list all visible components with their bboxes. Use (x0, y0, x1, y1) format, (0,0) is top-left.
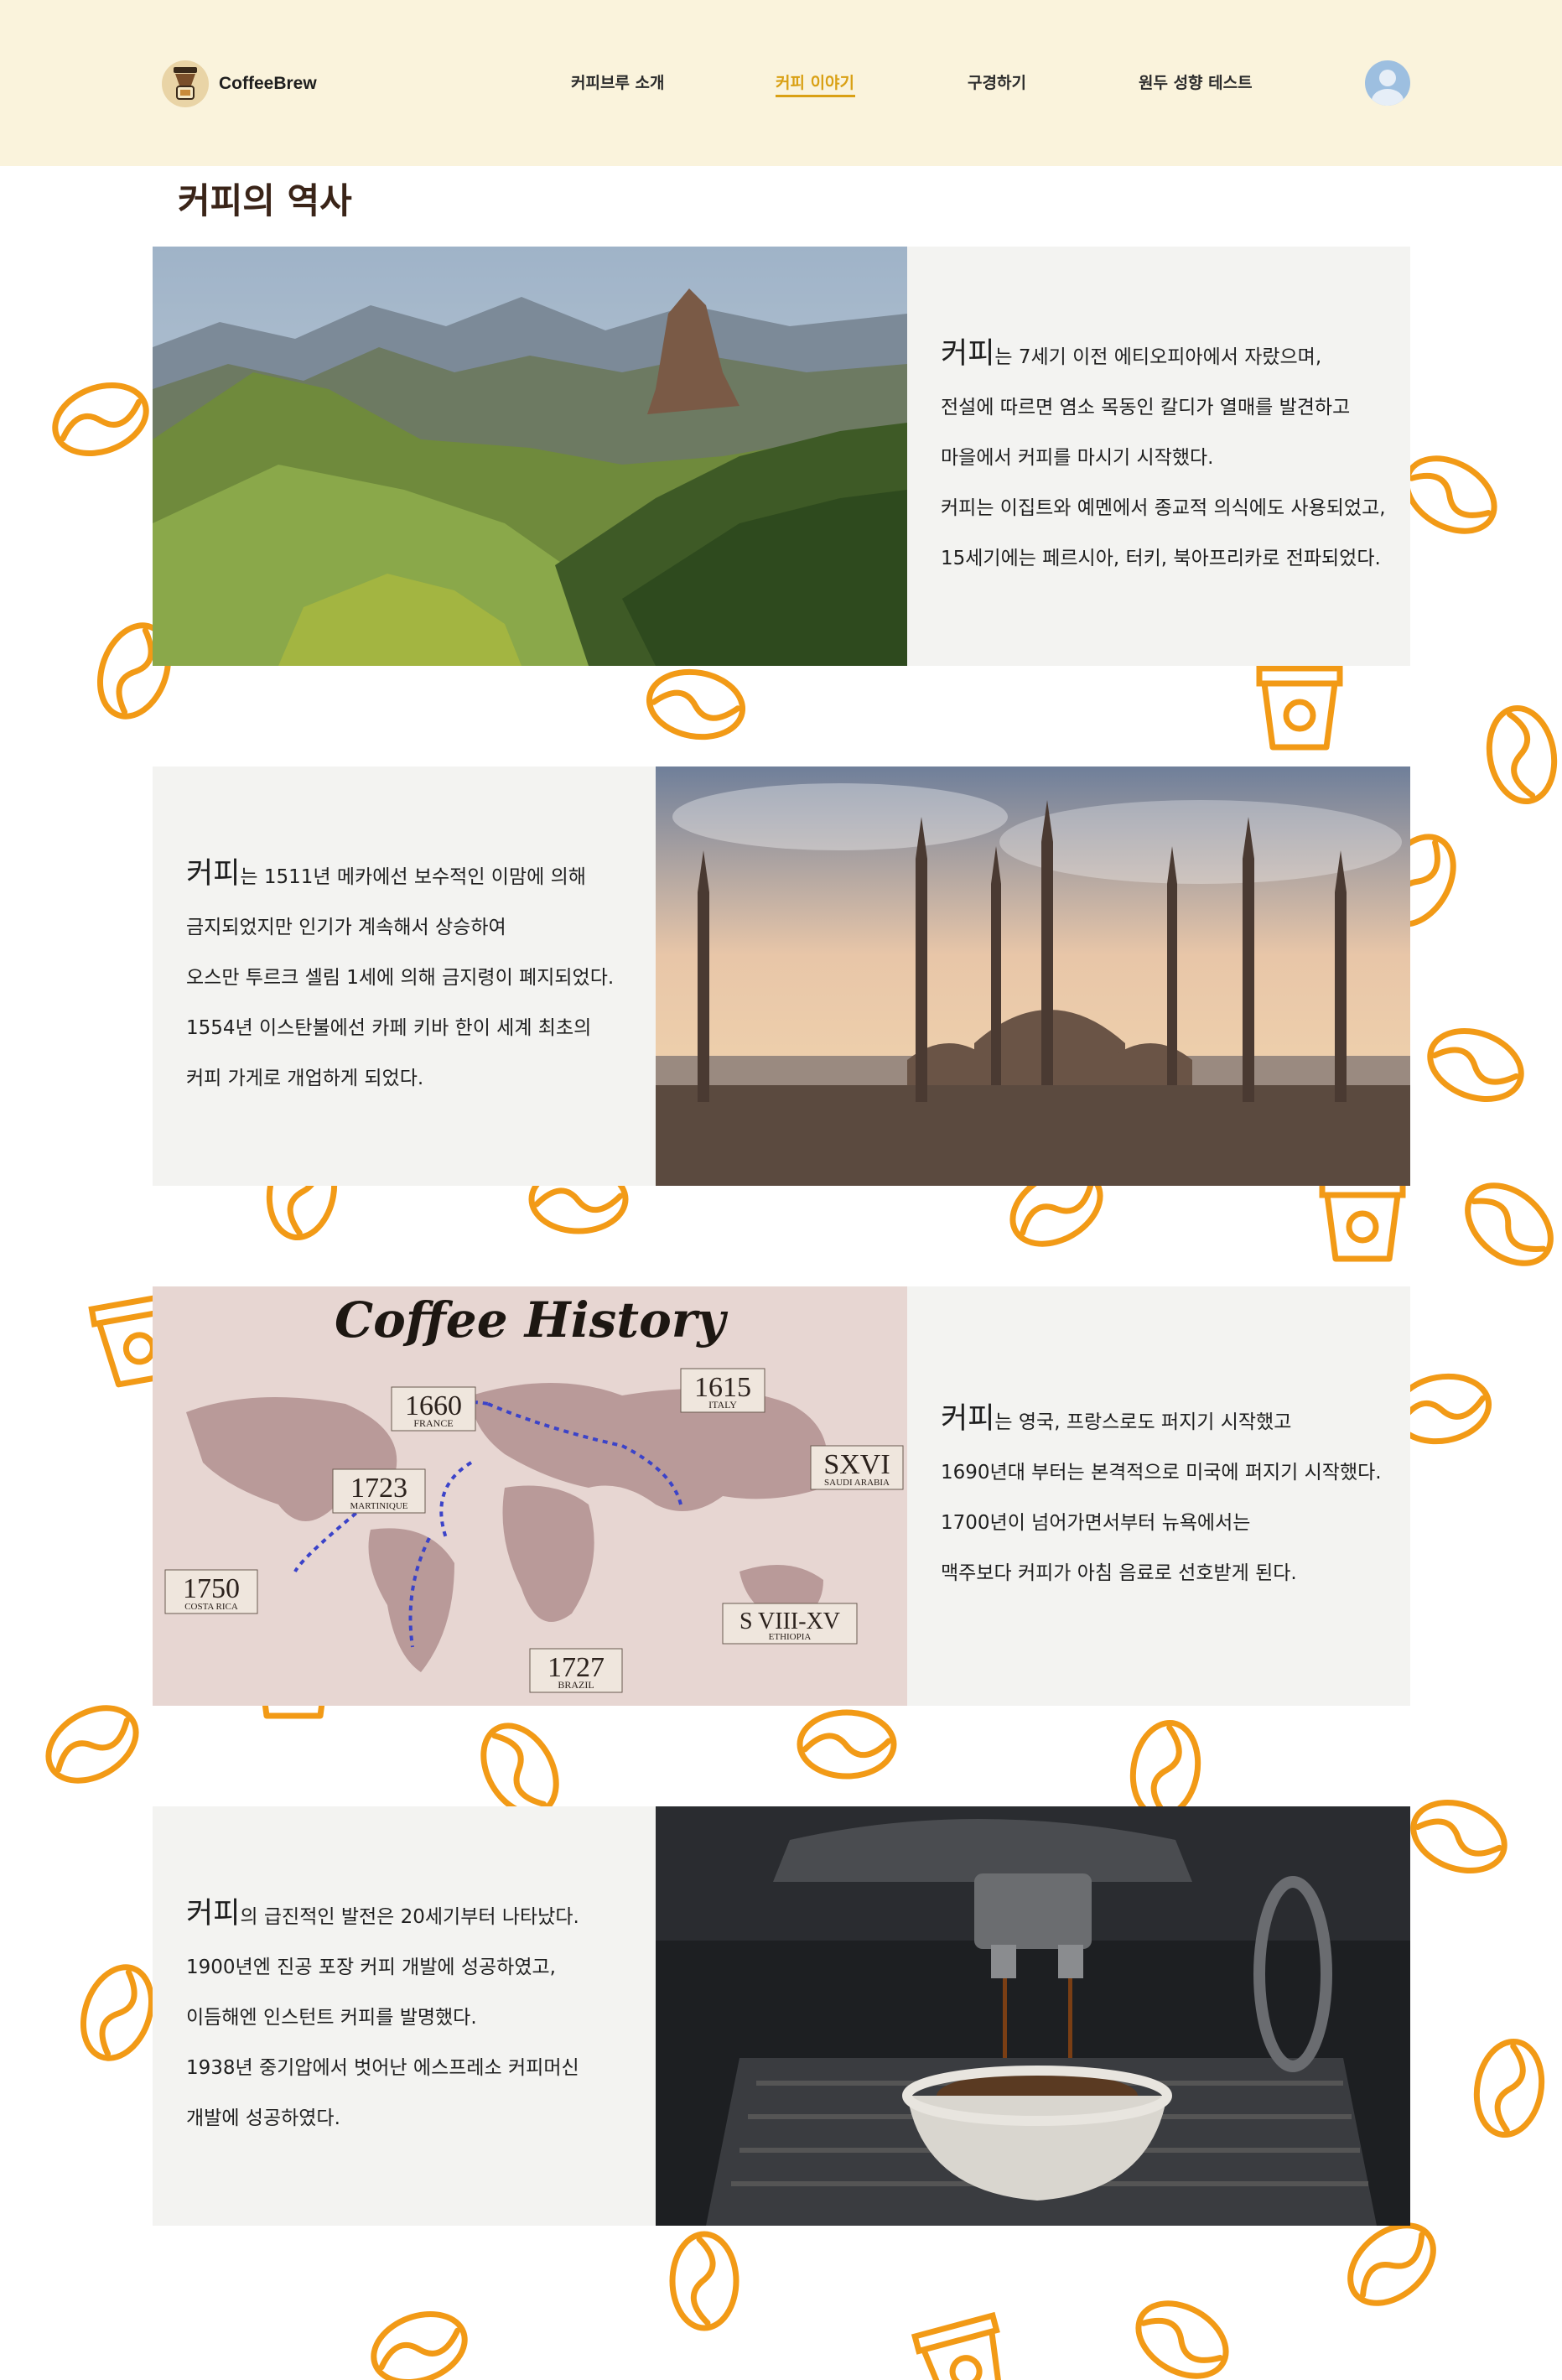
map-title: Coffee History (335, 1291, 729, 1348)
text-line: 커피 가게로 개업하게 되었다. (186, 1068, 424, 1089)
coffee-bean-doodle (371, 2310, 468, 2380)
nav-item-browse[interactable]: 구경하기 (968, 70, 1026, 93)
brand-logo[interactable]: CoffeeBrew (162, 60, 317, 107)
coffee-bean-doodle (1427, 1027, 1524, 1103)
text-line: 커피의 급진적인 발전은 20세기부터 나타났다. (186, 1897, 579, 1931)
history-section-ethiopia: 커피는 7세기 이전 에티오피아에서 자랐으며, 전설에 따르면 염소 목동인 … (153, 247, 1410, 666)
nav-item-about[interactable]: 커피브루 소개 (571, 70, 665, 93)
active-nav-underline (776, 95, 855, 97)
text-line: 개발에 성공하였다. (186, 2107, 340, 2129)
text-line: 금지되었지만 인기가 계속해서 상승하여 (186, 917, 506, 938)
coffee-bean-doodle (1486, 704, 1558, 805)
lead-word: 커피 (186, 1897, 241, 1931)
svg-text:SXVI: SXVI (823, 1449, 890, 1480)
espresso-machine-photo (656, 1806, 1410, 2226)
history-section-istanbul: 커피는 1511년 메카에선 보수적인 이맘에 의해 금지되었지만 인기가 계속… (153, 766, 1410, 1186)
coffee-bean-doodle (1135, 2300, 1229, 2379)
svg-text:ITALY: ITALY (708, 1399, 737, 1411)
history-text-spread: 커피는 영국, 프랑스로도 퍼지기 시작했고 1690년대 부터는 본격적으로 … (941, 1286, 1410, 1706)
svg-text:COSTA RICA: COSTA RICA (184, 1602, 238, 1612)
brand-name: CoffeeBrew (219, 74, 317, 93)
coffee-bean-doodle (1473, 2038, 1545, 2138)
coffee-cup-logo-icon (162, 60, 209, 107)
map-label: 1727 BRAZIL (529, 1648, 623, 1693)
text-line: 커피는 7세기 이전 에티오피아에서 자랐으며, (941, 337, 1322, 371)
coffee-history-map: Coffee History 1660 FRANCE 1615 ITALY SX… (153, 1286, 907, 1706)
text-line: 커피는 1511년 메카에선 보수적인 이맘에 의해 (186, 857, 586, 891)
svg-text:FRANCE: FRANCE (413, 1417, 453, 1429)
site-header: CoffeeBrew 커피브루 소개 커피 이야기 구경하기 원두 성향 테스트 (0, 0, 1562, 166)
history-text-istanbul: 커피는 1511년 메카에선 보수적인 이맘에 의해 금지되었지만 인기가 계속… (186, 766, 656, 1186)
map-label: 1750 COSTA RICA (164, 1569, 258, 1614)
history-section-modern: 커피의 급진적인 발전은 20세기부터 나타났다. 1900년엔 진공 포장 커… (153, 1806, 1410, 2226)
text-line: 1900년엔 진공 포장 커피 개발에 성공하였고, (186, 1956, 556, 1978)
map-label: 1660 FRANCE (391, 1386, 476, 1432)
coffee-bean-doodle (1347, 2222, 1436, 2306)
text-line: 커피는 이집트와 예멘에서 종교적 의식에도 사용되었고, (941, 497, 1386, 519)
svg-text:ETHIOPIA: ETHIOPIA (769, 1632, 812, 1642)
map-label: S VIII-XV ETHIOPIA (722, 1603, 858, 1645)
coffee-bean-doodle (52, 382, 149, 457)
istanbul-mosque-photo (656, 766, 1410, 1186)
map-label: 1615 ITALY (680, 1368, 765, 1413)
coffee-bean-doodle (45, 1705, 139, 1784)
svg-text:1723: 1723 (350, 1473, 407, 1504)
coffee-bean-doodle (1465, 1182, 1554, 1266)
coffee-bean-doodle (1404, 455, 1497, 534)
map-label: 1723 MARTINIQUE (332, 1468, 426, 1514)
history-text-ethiopia: 커피는 7세기 이전 에티오피아에서 자랐으며, 전설에 따르면 염소 목동인 … (941, 247, 1410, 666)
svg-text:SAUDI ARABIA: SAUDI ARABIA (824, 1478, 890, 1488)
nav-item-coffee-story[interactable]: 커피 이야기 (776, 70, 854, 93)
user-avatar-icon[interactable] (1365, 60, 1410, 106)
history-section-spread: Coffee History 1660 FRANCE 1615 ITALY SX… (153, 1286, 1410, 1706)
lead-word: 커피 (941, 337, 995, 371)
coffee-bean-doodle (1410, 1799, 1508, 1874)
coffee-bean-doodle (646, 668, 746, 741)
coffee-bean-doodle (669, 2231, 739, 2331)
text-line: 1700년이 넘어가면서부터 뉴욕에서는 (941, 1512, 1251, 1534)
history-text-modern: 커피의 급진적인 발전은 20세기부터 나타났다. 1900년엔 진공 포장 커… (186, 1806, 656, 2226)
text-line: 맥주보다 커피가 아침 음료로 선호받게 된다. (941, 1562, 1297, 1584)
text-line: 1690년대 부터는 본격적으로 미국에 퍼지기 시작했다. (941, 1462, 1382, 1484)
coffee-bean-doodle (80, 1964, 155, 2061)
coffee-cup-doodle (911, 2311, 1004, 2380)
svg-text:MARTINIQUE: MARTINIQUE (350, 1501, 408, 1511)
page-title: 커피의 역사 (178, 180, 352, 221)
nav-item-bean-test[interactable]: 원두 성향 테스트 (1139, 70, 1253, 93)
lead-word: 커피 (941, 1402, 995, 1436)
text-line: 이듬해엔 인스턴트 커피를 발명했다. (186, 2007, 477, 2029)
coffee-cup-doodle (1319, 1177, 1406, 1262)
lead-word: 커피 (186, 857, 241, 891)
text-line: 커피는 영국, 프랑스로도 퍼지기 시작했고 (941, 1402, 1292, 1436)
text-line: 1938년 중기압에서 벗어난 에스프레소 커피머신 (186, 2057, 579, 2079)
svg-text:S VIII-XV: S VIII-XV (739, 1608, 840, 1634)
text-line: 오스만 투르크 셀림 1세에 의해 금지령이 폐지되었다. (186, 967, 615, 989)
map-label: SXVI SAUDI ARABIA (810, 1445, 904, 1490)
text-line: 15세기에는 페르시아, 터키, 북아프리카로 전파되었다. (941, 548, 1381, 569)
svg-text:BRAZIL: BRAZIL (558, 1679, 594, 1691)
ethiopian-highlands-photo (153, 247, 907, 666)
coffee-bean-doodle (797, 1709, 897, 1780)
coffee-cup-doodle (1256, 665, 1343, 751)
text-line: 마을에서 커피를 마시기 시작했다. (941, 447, 1214, 469)
svg-text:1750: 1750 (183, 1573, 240, 1604)
text-line: 전설에 따르면 염소 목동인 칼디가 열매를 발견하고 (941, 397, 1351, 418)
text-line: 1554년 이스탄불에선 카페 키바 한이 세계 최초의 (186, 1017, 592, 1039)
